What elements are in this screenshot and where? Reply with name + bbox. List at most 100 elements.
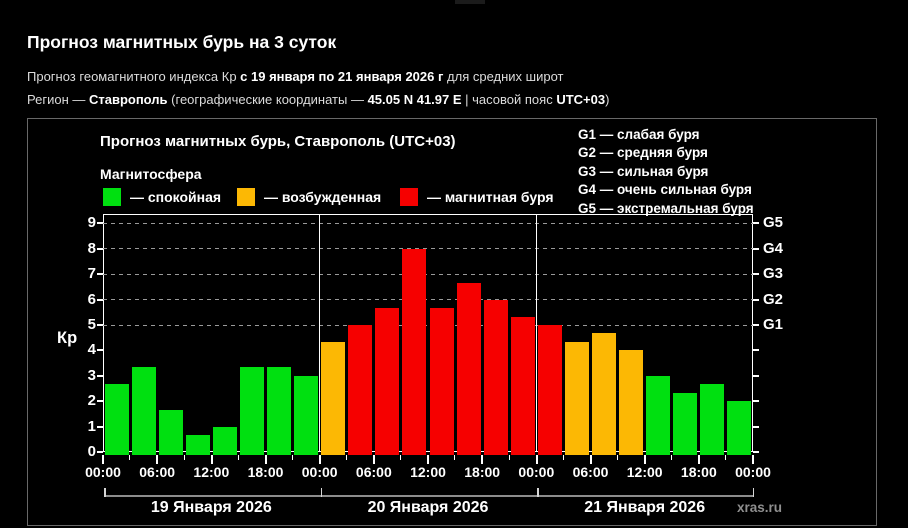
subtitle-post: для средних широт — [443, 69, 563, 84]
y-tick-right-6 — [753, 299, 759, 301]
x-tick-66h — [698, 455, 700, 464]
kp-bar-day3-2 — [565, 342, 589, 455]
gridline-kp6 — [103, 299, 753, 300]
x-tick-label-6: 12:00 — [401, 464, 455, 480]
kp-bar-day1-3 — [159, 410, 183, 455]
x-tick-label-2: 12:00 — [184, 464, 238, 480]
g-legend-line-1: G1 — слабая буря — [578, 126, 754, 144]
y-tick-label-7: 7 — [66, 265, 96, 282]
kp-bar-day3-3 — [592, 333, 616, 455]
kp-bar-day2-7 — [484, 300, 508, 455]
x-tick-24h — [319, 455, 321, 464]
y-tick-right-2 — [753, 400, 759, 402]
region-coordinates: 45.05 N 41.97 E — [368, 92, 462, 107]
y-tick-right-7 — [753, 273, 759, 275]
day-separator-1 — [319, 214, 321, 452]
x-tick-label-12: 00:00 — [726, 464, 780, 480]
x-tick-60h — [644, 455, 646, 464]
kp-bar-day2-6 — [457, 283, 481, 455]
right-axis-label-G3: G3 — [763, 265, 783, 282]
kp-bar-day2-1 — [321, 342, 345, 455]
right-axis-label-G1: G1 — [763, 316, 783, 333]
x-tick-label-5: 06:00 — [347, 464, 401, 480]
x-tick-54h — [590, 455, 592, 464]
kp-bar-day2-4 — [402, 249, 426, 455]
x-tick-57h — [617, 455, 618, 460]
y-tick-right-9 — [753, 222, 759, 224]
y-tick-left-2 — [97, 400, 103, 402]
x-tick-label-0: 00:00 — [76, 464, 130, 480]
timezone: UTC+03 — [556, 92, 605, 107]
kp-bar-day3-6 — [673, 393, 697, 455]
y-tick-label-3: 3 — [66, 367, 96, 384]
y-tick-label-6: 6 — [66, 291, 96, 308]
g-legend-line-2: G2 — средняя буря — [578, 144, 754, 162]
x-tick-0h — [102, 455, 104, 464]
gridline-kp9 — [103, 223, 753, 224]
kp-bar-day1-2 — [132, 367, 156, 455]
day-label-3: 21 Января 2026 — [535, 499, 755, 517]
day-separator-2 — [536, 214, 538, 452]
y-tick-right-8 — [753, 248, 759, 250]
y-tick-left-5 — [97, 324, 103, 326]
g-legend-line-3: G3 — сильная буря — [578, 163, 754, 181]
legend-swatch-storm-icon — [400, 188, 418, 206]
right-axis-label-G5: G5 — [763, 214, 783, 231]
x-tick-30h — [373, 455, 375, 464]
g-legend-line-4: G4 — очень сильная буря — [578, 181, 754, 199]
y-tick-label-2: 2 — [66, 392, 96, 409]
y-tick-label-9: 9 — [66, 214, 96, 231]
x-tick-48h — [536, 455, 538, 464]
kp-bar-day3-5 — [646, 376, 670, 455]
x-tick-27h — [346, 455, 347, 460]
x-tick-33h — [400, 455, 401, 460]
right-axis-label-G2: G2 — [763, 291, 783, 308]
gridline-kp8 — [103, 248, 753, 249]
x-tick-45h — [509, 455, 510, 460]
day-bracket-tick-3 — [753, 488, 755, 497]
x-tick-label-3: 18:00 — [239, 464, 293, 480]
y-tick-label-0: 0 — [66, 443, 96, 460]
page: Прогноз магнитных бурь на 3 суток Прогно… — [0, 0, 908, 528]
legend-label-quiet: — спокойная — [130, 189, 221, 205]
top-edge-artifact — [455, 0, 485, 4]
legend-swatch-excited-icon — [237, 188, 255, 206]
legend-item-excited: — возбужденная — [237, 188, 381, 206]
gridline-kp7 — [103, 274, 753, 275]
kp-bar-day3-7 — [700, 384, 724, 455]
y-tick-right-4 — [753, 349, 759, 351]
y-tick-left-9 — [97, 222, 103, 224]
day-bracket-tick-0 — [104, 488, 106, 497]
x-tick-label-11: 18:00 — [672, 464, 726, 480]
subtitle-date-range: с 19 января по 21 января 2026 г — [240, 69, 443, 84]
kp-bar-day1-4 — [186, 435, 210, 455]
y-tick-label-1: 1 — [66, 418, 96, 435]
kp-bar-day1-7 — [267, 367, 291, 455]
x-tick-18h — [265, 455, 267, 464]
y-tick-right-3 — [753, 375, 759, 377]
kp-bar-day2-2 — [348, 325, 372, 455]
y-tick-left-6 — [97, 299, 103, 301]
x-tick-label-1: 06:00 — [130, 464, 184, 480]
legend-swatch-quiet-icon — [103, 188, 121, 206]
x-tick-51h — [563, 455, 564, 460]
x-tick-label-8: 00:00 — [509, 464, 563, 480]
y-tick-left-3 — [97, 375, 103, 377]
legend-label-excited: — возбужденная — [264, 189, 381, 205]
subtitle-region: Регион — Ставрополь (географические коор… — [27, 92, 609, 107]
x-tick-15h — [238, 455, 239, 460]
kp-bar-day3-4 — [619, 350, 643, 455]
y-tick-left-4 — [97, 349, 103, 351]
kp-bar-day1-5 — [213, 427, 237, 455]
x-tick-6h — [156, 455, 158, 464]
y-tick-left-1 — [97, 426, 103, 428]
legend-item-quiet: — спокойная — [103, 188, 221, 206]
page-title: Прогноз магнитных бурь на 3 суток — [27, 32, 336, 53]
x-tick-3h — [129, 455, 130, 460]
y-tick-left-0 — [97, 451, 103, 453]
legend-label-storm: — магнитная буря — [427, 189, 554, 205]
y-tick-left-8 — [97, 248, 103, 250]
x-tick-72h — [752, 455, 754, 464]
kp-bar-day2-3 — [375, 308, 399, 455]
y-tick-right-1 — [753, 426, 759, 428]
